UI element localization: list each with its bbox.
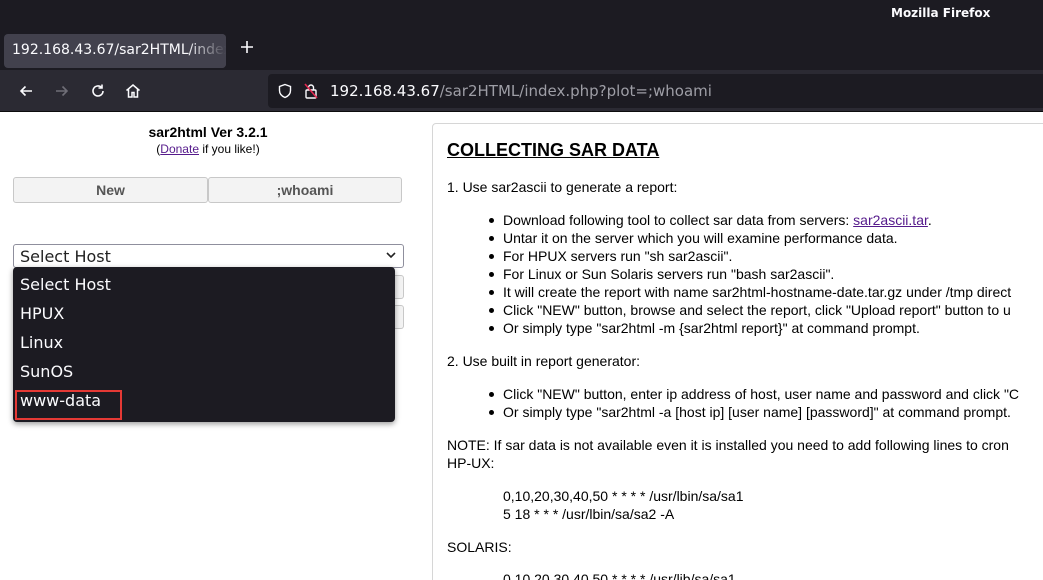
bullet [489, 326, 494, 331]
solaris-label: SOLARIS: [447, 539, 512, 555]
host-option[interactable]: HPUX [13, 299, 395, 328]
home-button[interactable] [121, 79, 145, 103]
sar2ascii-link[interactable]: sar2ascii.tar [853, 212, 928, 228]
new-tab-button[interactable] [236, 38, 258, 60]
new-button[interactable]: New [13, 177, 208, 203]
home-icon [126, 84, 140, 98]
host-select[interactable]: Select Host [13, 244, 404, 268]
note-label: HP-UX: [447, 455, 495, 471]
url-path: /sar2HTML/index.php?plot=;whoami [439, 82, 712, 100]
bullet [489, 410, 494, 415]
list-item: Untar it on the server which you will ex… [503, 230, 898, 246]
donate-line: (Donate if you like!) [0, 142, 416, 156]
donate-suffix: if you like!) [199, 142, 260, 156]
back-button[interactable] [14, 79, 38, 103]
tab-fade [186, 34, 226, 68]
list-item: Click "NEW" button, enter ip address of … [503, 386, 1020, 402]
bullet [489, 308, 494, 313]
bullet [489, 218, 494, 223]
list-item-suffix: . [927, 212, 932, 228]
step-heading: 2. Use built in report generator: [447, 353, 640, 369]
plot-button[interactable]: ;whoami [208, 177, 402, 203]
reload-icon [92, 84, 104, 97]
url-text[interactable]: 192.168.43.67/sar2HTML/index.php?plot=;w… [330, 82, 712, 100]
list-item: It will create the report with name sar2… [503, 284, 1012, 300]
host-select-value: Select Host [20, 247, 111, 266]
list-item: Download following tool to collect sar d… [503, 212, 932, 228]
bullet [489, 236, 494, 241]
address-bar[interactable]: 192.168.43.67/sar2HTML/index.php?plot=;w… [268, 74, 1043, 108]
donate-link[interactable]: Donate [160, 142, 199, 156]
bullet [489, 272, 494, 277]
app-version-heading: sar2html Ver 3.2.1 [148, 124, 268, 140]
bullet [489, 290, 494, 295]
window-titlebar: Mozilla Firefox [0, 0, 1043, 30]
cron-line: 0,10,20,30,40,50 * * * * /usr/lib/sa/sa1 [503, 571, 736, 580]
lock-icon[interactable] [303, 82, 319, 100]
reload-button[interactable] [86, 79, 110, 103]
shield-icon[interactable] [277, 83, 293, 99]
cron-line: 5 18 * * * /usr/lbin/sa/sa2 -A [503, 506, 675, 522]
host-option[interactable]: SunOS [13, 357, 395, 386]
bullet [489, 254, 494, 259]
bullet [489, 392, 494, 397]
chevron-down-icon [386, 252, 396, 259]
url-host: 192.168.43.67 [330, 82, 440, 100]
host-option[interactable]: Linux [13, 328, 395, 357]
window-title: Mozilla Firefox [891, 6, 991, 20]
note-text: NOTE: If sar data is not available even … [447, 437, 1009, 453]
list-item: For HPUX servers run "sh sar2ascii". [503, 248, 733, 264]
step-heading: 1. Use sar2ascii to generate a report: [447, 179, 678, 195]
forward-button[interactable] [50, 79, 74, 103]
page-title: COLLECTING SAR DATA [447, 140, 660, 160]
highlight-box [15, 390, 122, 420]
list-item: For Linux or Sun Solaris servers run "ba… [503, 266, 835, 282]
host-dropdown-list: Select Host HPUX Linux SunOS www-data [13, 267, 395, 422]
cron-line: 0,10,20,30,40,50 * * * * /usr/lbin/sa/sa… [503, 488, 744, 504]
list-item: Click "NEW" button, browse and select th… [503, 302, 1011, 318]
navigation-toolbar: 192.168.43.67/sar2HTML/index.php?plot=;w… [0, 70, 1043, 112]
instructions-panel: COLLECTING SAR DATA 1. Use sar2ascii to … [432, 123, 1043, 580]
tab-bar: 192.168.43.67/sar2HTML/index.php?plot=;w… [0, 30, 1043, 70]
forward-arrow-icon [56, 85, 69, 97]
list-item-text: Download following tool to collect sar d… [503, 212, 854, 228]
back-arrow-icon [19, 85, 32, 97]
host-option[interactable]: Select Host [13, 270, 395, 299]
tab-active[interactable]: 192.168.43.67/sar2HTML/index.php?plot=;w… [4, 34, 226, 68]
plus-icon [241, 41, 253, 53]
page-viewport: sar2html Ver 3.2.1 (Donate if you like!)… [0, 112, 1043, 580]
list-item: Or simply type "sar2html -a [host ip] [u… [503, 404, 1011, 420]
list-item: Or simply type "sar2html -m {sar2html re… [503, 320, 920, 336]
sidebar: sar2html Ver 3.2.1 (Donate if you like!)… [0, 112, 420, 580]
